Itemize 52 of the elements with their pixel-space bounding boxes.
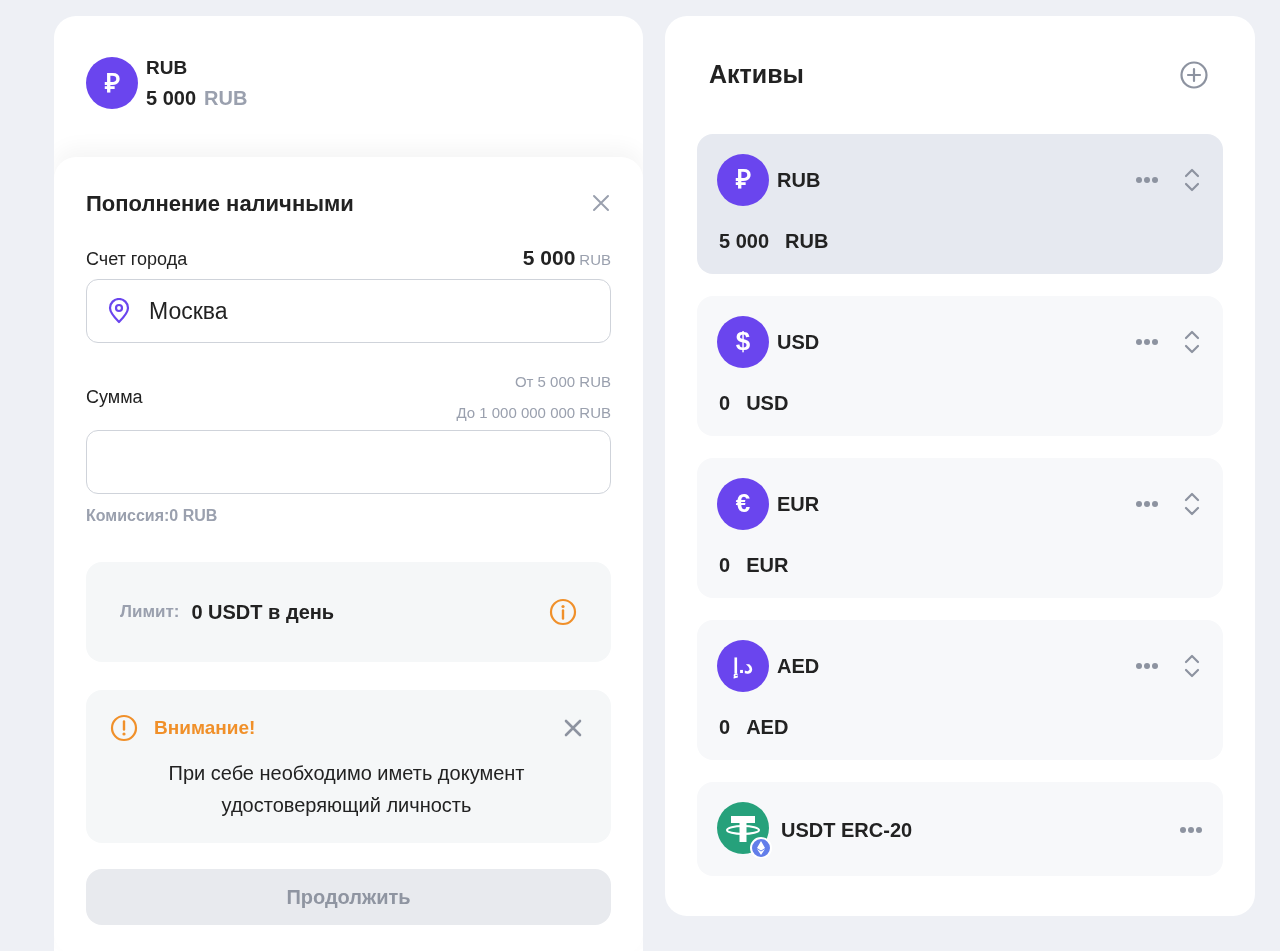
more-icon[interactable] <box>1135 661 1159 670</box>
asset-currency: USD <box>746 390 789 416</box>
balance-currency: RUB <box>579 249 611 270</box>
asset-card[interactable]: $ USD 0 USD <box>697 295 1223 436</box>
coin-icon <box>717 801 773 858</box>
section-title: Активы <box>709 59 804 90</box>
currency-icon: ₽ <box>86 57 138 110</box>
location-pin-icon <box>107 298 131 324</box>
add-icon[interactable] <box>1179 59 1209 90</box>
amount-field[interactable] <box>86 430 611 494</box>
more-icon[interactable] <box>1135 175 1159 184</box>
more-icon[interactable] <box>1135 499 1159 508</box>
more-icon[interactable] <box>1179 825 1203 834</box>
info-icon[interactable] <box>549 598 577 626</box>
field-label: Счет города <box>86 248 188 271</box>
more-icon[interactable] <box>1135 337 1159 346</box>
max-amount-hint: До 1 000 000 000 RUB <box>456 402 611 423</box>
asset-currency: AED <box>746 714 789 740</box>
account-currency: RUB <box>204 85 248 111</box>
asset-name: USDT ERC-20 <box>781 817 914 843</box>
limit-label: Лимит: <box>120 601 180 624</box>
currency-icon: د.إ <box>717 639 769 692</box>
close-icon[interactable] <box>591 193 611 213</box>
asset-name: AED <box>777 653 821 679</box>
warning-text: При себе необходимо иметь документ удостоверяющий личность <box>167 760 526 818</box>
asset-card[interactable]: ₽ RUB 5 000 RUB <box>697 133 1223 274</box>
asset-name: RUB <box>777 167 822 193</box>
asset-amount: 0 <box>719 714 731 740</box>
currency-icon: € <box>717 477 769 530</box>
asset-card[interactable]: USDT ERC-20 <box>697 781 1223 876</box>
asset-amount: 5 000 <box>719 228 770 254</box>
city-balance: 5 000 <box>522 244 576 271</box>
asset-amount: 0 <box>719 552 731 578</box>
asset-currency: RUB <box>785 228 829 254</box>
commission-text: Комиссия:0 RUB <box>86 506 219 526</box>
field-label: Сумма <box>86 386 143 409</box>
asset-card[interactable]: € EUR 0 EUR <box>697 457 1223 598</box>
account-name: RUB <box>146 56 189 80</box>
asset-amount: 0 <box>719 390 731 416</box>
min-amount-hint: От 5 000 RUB <box>514 372 611 392</box>
form-title: Пополнение наличными <box>86 189 354 218</box>
asset-name: USD <box>777 329 821 355</box>
asset-name: EUR <box>777 491 821 517</box>
account-amount: 5 000 <box>146 85 197 111</box>
warning-icon <box>110 714 138 743</box>
limit-value: 0 USDT в день <box>191 600 335 625</box>
city-select[interactable]: Москва <box>86 279 611 343</box>
asset-currency: EUR <box>746 552 789 578</box>
close-icon[interactable] <box>563 718 583 739</box>
warning-title: Внимание! <box>154 716 257 740</box>
currency-icon: $ <box>717 315 769 368</box>
currency-icon: ₽ <box>717 153 769 206</box>
